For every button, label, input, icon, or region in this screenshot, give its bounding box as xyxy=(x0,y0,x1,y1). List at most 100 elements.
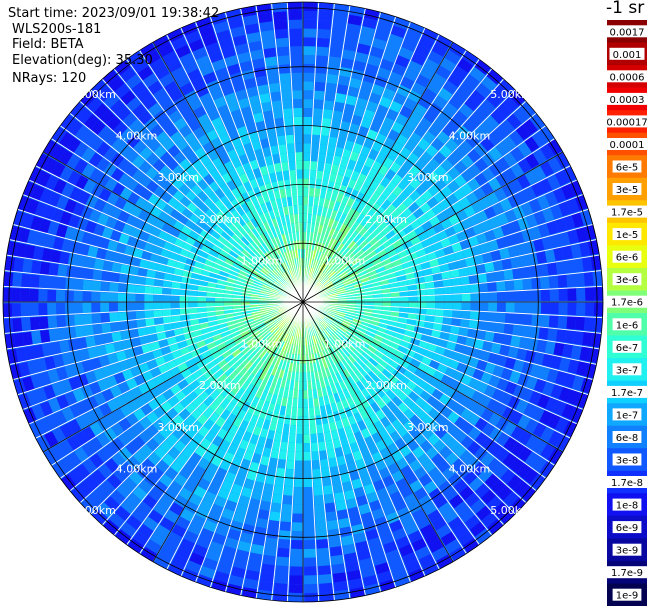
beta-cell xyxy=(331,563,346,574)
beta-cell xyxy=(538,263,549,277)
beta-cell xyxy=(315,64,327,74)
beta-cell xyxy=(275,37,289,48)
beta-cell xyxy=(303,443,311,452)
beta-cell xyxy=(303,416,310,426)
beta-cell xyxy=(566,273,577,287)
beta-cell xyxy=(576,302,586,316)
beta-cell xyxy=(479,292,489,302)
beta-cell xyxy=(585,286,595,301)
beta-cell xyxy=(111,262,122,273)
ring-label: 2.00km xyxy=(199,379,241,392)
beta-cell xyxy=(275,565,290,576)
beta-cell xyxy=(12,318,23,333)
beta-cell xyxy=(287,442,296,452)
beta-cell xyxy=(279,81,291,92)
beta-cell xyxy=(101,323,112,334)
beta-cell xyxy=(312,468,322,479)
colorbar-tick-label: 0.0006 xyxy=(610,72,645,83)
beta-cell xyxy=(100,281,110,292)
beta-cell xyxy=(523,290,533,302)
beta-cell xyxy=(426,295,436,302)
colorbar-tick-label: 0.0001 xyxy=(610,140,645,151)
beta-cell xyxy=(281,99,292,109)
beta-cell xyxy=(57,264,68,278)
beta-cell xyxy=(547,327,558,341)
start-time: Start time: 2023/09/01 19:38:42 xyxy=(8,6,220,21)
beta-cell xyxy=(144,310,154,319)
beta-cell xyxy=(287,451,296,461)
beta-cell xyxy=(325,82,337,93)
beta-cell xyxy=(308,187,315,197)
beta-cell xyxy=(452,293,462,302)
beta-cell xyxy=(269,91,281,102)
beta-cell xyxy=(512,267,523,279)
beta-cell xyxy=(582,331,593,347)
beta-cell xyxy=(540,289,551,301)
ring-label: 3.00km xyxy=(157,171,199,184)
beta-cell xyxy=(332,110,343,121)
ring-label: 2.00km xyxy=(365,213,407,226)
beta-cell xyxy=(277,55,290,66)
beta-cell xyxy=(309,169,317,180)
beta-cell xyxy=(153,294,162,302)
beta-cell xyxy=(592,317,603,333)
beta-cell xyxy=(313,90,325,101)
beta-cell xyxy=(303,107,313,117)
beta-cell xyxy=(303,204,308,214)
beta-cell xyxy=(268,82,280,93)
beta-cell xyxy=(144,286,154,295)
beta-cell xyxy=(274,574,289,584)
beta-cell xyxy=(282,495,293,505)
beta-cell xyxy=(39,261,51,276)
beta-cell xyxy=(435,302,445,309)
colorbar-tick-label: 1e-8 xyxy=(616,501,639,512)
beta-cell xyxy=(293,116,303,126)
beta-cell xyxy=(503,268,514,280)
beta-cell xyxy=(261,492,273,503)
beta-cell xyxy=(469,283,480,293)
ring-label: 2.00km xyxy=(365,379,407,392)
beta-cell xyxy=(469,310,480,320)
beta-cell xyxy=(291,407,298,417)
beta-cell xyxy=(304,539,316,550)
ppi-plot: 1.00km 1.00km 1.00km 1.00km 2.00km 2.00km 2.00… xyxy=(2,1,604,603)
beta-cell xyxy=(308,196,314,206)
colorbar-tick-label: 3e-9 xyxy=(616,546,639,557)
beta-cell xyxy=(304,575,318,585)
colorbar-tick-label: 1.7e-9 xyxy=(611,568,643,579)
beta-cell xyxy=(310,152,319,162)
beta-cell xyxy=(260,572,275,583)
beta-cell xyxy=(282,108,293,118)
beta-cell xyxy=(292,107,303,117)
beta-cell xyxy=(315,521,327,531)
beta-cell xyxy=(292,99,303,109)
ring-label: 5.00km xyxy=(74,504,116,517)
beta-cell xyxy=(373,302,383,306)
beta-cell xyxy=(287,10,302,20)
beta-cell xyxy=(576,287,586,301)
ring-label: 4.00km xyxy=(116,462,158,475)
beta-cell xyxy=(294,460,303,470)
beta-cell xyxy=(326,511,338,522)
beta-cell xyxy=(118,273,129,284)
ring-label: 3.00km xyxy=(157,421,199,434)
beta-cell xyxy=(274,476,285,487)
beta-cell xyxy=(83,325,94,337)
beta-cell xyxy=(91,313,102,325)
beta-cell xyxy=(317,547,330,558)
beta-cell xyxy=(294,143,303,153)
beta-cell xyxy=(272,591,288,602)
beta-cell xyxy=(56,277,66,290)
beta-cell xyxy=(478,282,488,292)
beta-cell xyxy=(426,302,436,309)
beta-cell xyxy=(135,285,145,294)
beta-cell xyxy=(303,28,317,38)
beta-cell xyxy=(292,513,303,523)
beta-cell xyxy=(303,134,312,144)
beta-cell xyxy=(329,546,343,557)
beta-cell xyxy=(312,117,322,127)
colorbar-units: -1 sr xyxy=(606,0,645,18)
beta-cell xyxy=(291,540,303,550)
beta-cell xyxy=(435,294,445,302)
beta-cell xyxy=(170,302,180,309)
